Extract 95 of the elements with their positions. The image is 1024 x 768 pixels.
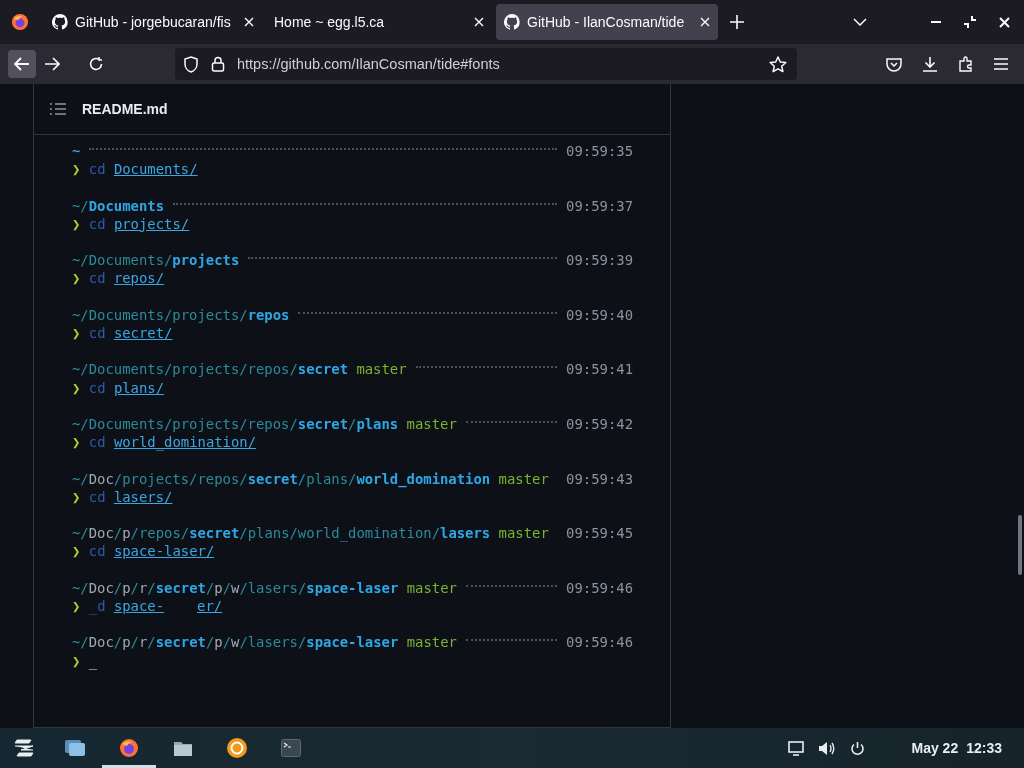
prompt-symbol: ❯ [72, 378, 81, 397]
volume-icon[interactable] [818, 740, 837, 756]
github-icon [504, 14, 520, 30]
close-icon[interactable] [700, 17, 710, 27]
windows-icon[interactable] [64, 739, 86, 757]
timestamp: 09:59:37 [566, 196, 633, 215]
git-branch: master [406, 578, 457, 597]
git-branch: master [498, 524, 549, 543]
command-argument: world_domination/ [113, 433, 257, 452]
pocket-icon[interactable] [886, 56, 902, 72]
prompt-path: ~/Documents/projects/repos/secret/plans [72, 414, 399, 434]
command-name: cd [88, 487, 106, 506]
prompt-path: ~/Doc/p/repos/secret/plans/world_domination/lasers [72, 524, 491, 543]
command-argument: secret/ [113, 324, 173, 343]
git-branch: master [406, 633, 457, 652]
prompt-symbol: ❯ [72, 596, 81, 616]
command-argument: projects/ [113, 214, 190, 233]
command-name: cd [88, 542, 106, 561]
timestamp: 09:59:41 [566, 360, 633, 379]
address-bar[interactable]: https://github.com/IlanCosman/tide#fonts [175, 48, 797, 80]
firefox-icon[interactable] [119, 738, 139, 758]
download-icon[interactable] [922, 56, 938, 72]
command-name: cd [88, 269, 106, 288]
firefox-icon[interactable] [11, 13, 29, 31]
date-label[interactable]: May 22 [911, 740, 959, 756]
git-branch: master [406, 414, 457, 434]
timestamp: 09:59:45 [566, 524, 633, 543]
prompt-symbol: ❯ [72, 269, 81, 288]
restore-icon[interactable] [963, 15, 977, 29]
prompt-path: ~/Documents/projects/repos [72, 305, 290, 324]
prompt-path: ~/Doc/p/r/secret/p/w/lasers/space-laser [72, 578, 399, 597]
timestamp: 09:59:43 [566, 469, 633, 488]
command-name: _d [88, 596, 106, 616]
prompt-path: ~/Documents [72, 196, 164, 215]
timestamp: 09:59:40 [566, 305, 633, 324]
prompt-symbol: ❯ [72, 214, 81, 233]
timestamp: 09:59:42 [566, 414, 633, 434]
timestamp: 09:59:35 [566, 142, 633, 161]
close-icon[interactable] [999, 16, 1010, 28]
back-button[interactable] [8, 50, 36, 78]
text-cursor: _ [88, 651, 98, 670]
prompt-symbol: ❯ [72, 433, 81, 452]
lock-icon [211, 56, 225, 72]
prompt-path: ~/Documents/projects/repos/secret [72, 360, 348, 379]
command-argument: space- [113, 596, 165, 616]
terminal-icon[interactable] [281, 739, 301, 757]
new-tab-icon[interactable] [730, 15, 744, 29]
command-name: cd [88, 160, 106, 179]
scrollbar-thumb[interactable] [1018, 515, 1022, 575]
browser-tab[interactable]: Home ~ egg.l5.ca [266, 4, 492, 40]
command-argument: space-laser/ [113, 542, 215, 561]
menu-icon[interactable] [994, 58, 1008, 70]
close-icon[interactable] [474, 17, 484, 27]
command-name: cd [88, 378, 106, 397]
command-argument: repos/ [113, 269, 165, 288]
clock-label[interactable]: 12:33 [966, 740, 1002, 756]
prompt-symbol: ❯ [72, 542, 81, 561]
command-argument: er/ [197, 596, 223, 616]
prompt-symbol: ❯ [72, 160, 81, 179]
list-icon[interactable] [50, 103, 66, 115]
forward-icon[interactable] [44, 57, 60, 71]
command-name: cd [88, 324, 106, 343]
prompt-path: ~/Documents/projects [72, 251, 240, 270]
prompt-path: ~/Doc/projects/repos/secret/plans/world_domination [72, 469, 491, 488]
extensions-icon[interactable] [958, 56, 974, 72]
zorin-logo-icon[interactable] [13, 739, 35, 757]
star-icon[interactable] [769, 55, 787, 73]
power-icon[interactable] [850, 740, 866, 756]
back-arrow-icon [14, 57, 30, 71]
prompt-symbol: ❯ [72, 324, 81, 343]
timestamp: 09:59:39 [566, 251, 633, 270]
folder-icon[interactable] [173, 739, 193, 757]
file-title: README.md [82, 101, 168, 117]
command-name: cd [88, 214, 106, 233]
prompt-path: ~ [72, 142, 81, 161]
command-argument: plans/ [113, 378, 165, 397]
prompt-symbol: ❯ [72, 487, 81, 506]
chevron-down-icon[interactable] [853, 18, 867, 26]
browser-tab[interactable]: GitHub - jorgebucaran/fis [44, 4, 262, 40]
command-name: cd [88, 433, 106, 452]
command-argument: lasers/ [113, 487, 173, 506]
command-argument: Documents/ [113, 160, 198, 179]
timestamp: 09:59:46 [566, 578, 633, 597]
prompt-path: ~/Doc/p/r/secret/p/w/lasers/space-laser [72, 633, 399, 652]
display-icon[interactable] [788, 740, 805, 756]
close-icon[interactable] [244, 17, 254, 27]
software-icon[interactable] [226, 737, 248, 759]
github-icon [52, 14, 68, 30]
prompt-symbol: ❯ [72, 651, 81, 670]
timestamp: 09:59:46 [566, 633, 633, 652]
git-branch: master [356, 360, 407, 379]
reload-icon[interactable] [88, 56, 104, 72]
shield-icon[interactable] [183, 55, 199, 73]
git-branch: master [498, 469, 549, 488]
browser-tab[interactable]: GitHub - IlanCosman/tide [496, 4, 718, 40]
